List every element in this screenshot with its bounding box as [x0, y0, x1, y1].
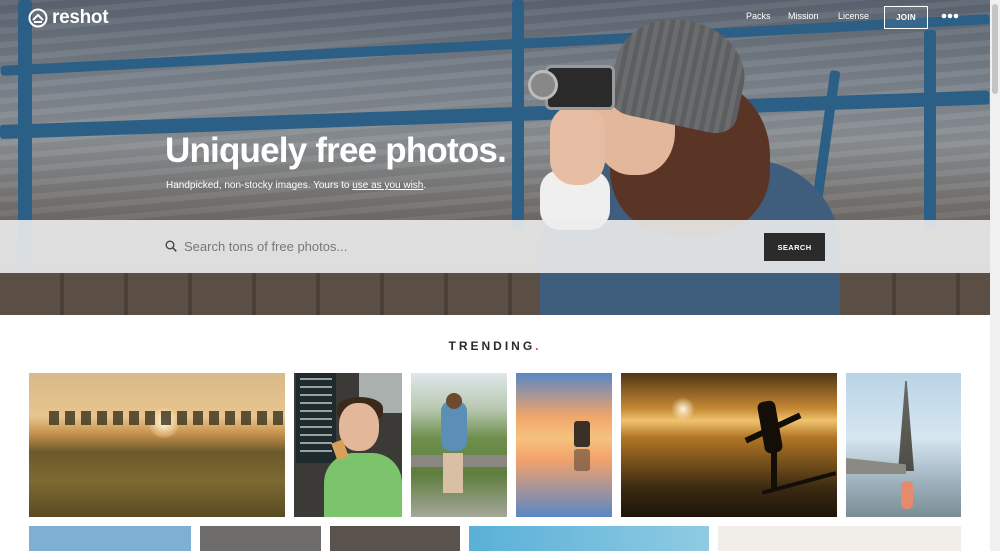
scrollbar-thumb[interactable]	[992, 4, 998, 94]
search-button[interactable]: SEARCH	[764, 233, 825, 261]
trending-photo[interactable]	[330, 526, 460, 551]
reshot-logo[interactable]: reshot	[28, 7, 109, 29]
trending-title: TRENDING	[448, 339, 536, 353]
trending-photo[interactable]	[516, 373, 612, 517]
nav-link-license[interactable]: License	[838, 11, 869, 21]
subline-period: .	[423, 180, 427, 191]
hero-railing-post	[924, 30, 936, 230]
trending-photo[interactable]	[200, 526, 321, 551]
hero-subline: Handpicked, non-stocky images. Yours to …	[166, 180, 426, 191]
trending-photo[interactable]	[29, 373, 285, 517]
trending-photo[interactable]	[621, 373, 837, 517]
trending-photo[interactable]	[411, 373, 507, 517]
trending-photo[interactable]	[718, 526, 961, 551]
join-button[interactable]: JOIN	[884, 6, 928, 29]
more-horizontal-icon[interactable]	[941, 12, 959, 20]
reshot-logo-icon	[28, 8, 48, 28]
search-icon	[165, 240, 177, 252]
reshot-homepage: reshot Packs Mission License JOIN Unique…	[0, 0, 1000, 551]
use-as-you-wish-link[interactable]: use as you wish	[352, 180, 423, 191]
trending-photo[interactable]	[29, 526, 191, 551]
trending-photo[interactable]	[469, 526, 709, 551]
hero-deck	[0, 270, 990, 315]
logo-text: reshot	[52, 7, 109, 28]
trending-photo[interactable]	[294, 373, 402, 517]
trending-heading: TRENDING.	[0, 339, 990, 353]
top-navigation: reshot Packs Mission License JOIN	[0, 0, 990, 36]
nav-link-mission[interactable]: Mission	[788, 11, 819, 21]
trending-photo[interactable]	[846, 373, 961, 517]
search-input[interactable]	[184, 236, 744, 256]
subline-text: Handpicked, non-stocky images. Yours to	[166, 180, 353, 191]
hero-headline: Uniquely free photos.	[165, 131, 507, 170]
trending-accent-dot: .	[535, 339, 542, 353]
nav-link-packs[interactable]: Packs	[746, 11, 771, 21]
